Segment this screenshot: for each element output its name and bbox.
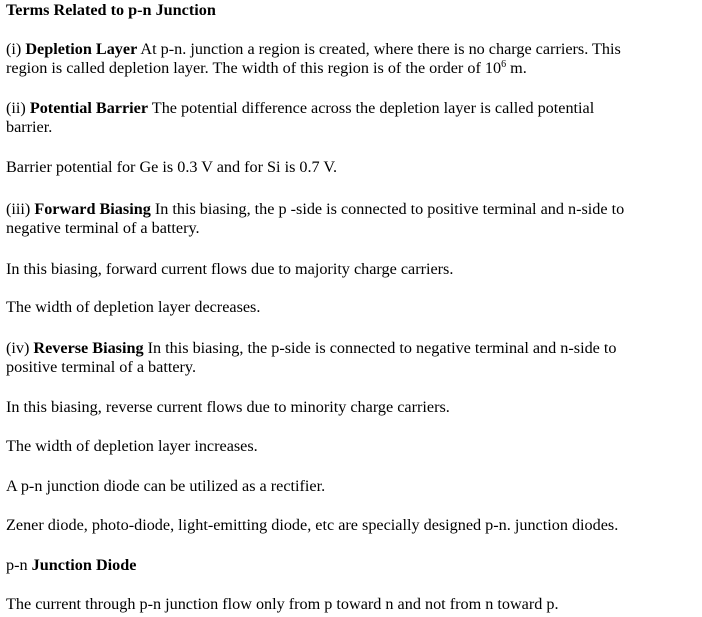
page-heading-text: Terms Related to p-n Junction <box>6 1 216 19</box>
barrier-prefix: (ii) <box>6 99 30 117</box>
special-diodes-paragraph: Zener diode, photo-diode, light-emitting… <box>6 516 619 534</box>
forward-width-paragraph: The width of depletion layer decreases. <box>6 298 261 316</box>
potential-barrier-paragraph: (ii) Potential Barrier The potential dif… <box>6 99 698 137</box>
barrier-line-1: (ii) Potential Barrier The potential dif… <box>6 99 698 118</box>
barrier-values-paragraph: Barrier potential for Ge is 0.3 V and fo… <box>6 158 338 176</box>
depletion-text-1: At p-n. junction a region is created, wh… <box>137 40 621 58</box>
depletion-prefix: (i) <box>6 40 26 58</box>
forward-current-paragraph: In this biasing, forward current flows d… <box>6 260 454 278</box>
forward-term: Forward Biasing <box>34 200 151 218</box>
depletion-term: Depletion Layer <box>25 40 138 58</box>
barrier-text-1: The potential difference across the depl… <box>148 99 595 117</box>
reverse-line-2: positive terminal of a battery. <box>6 358 196 376</box>
depletion-text-2: region is called depletion layer. The wi… <box>6 59 502 77</box>
reverse-biasing-paragraph: (iv) Reverse Biasing In this biasing, th… <box>6 339 698 377</box>
depletion-line-2: region is called depletion layer. The wi… <box>6 59 698 78</box>
depletion-line-1: (i) Depletion Layer At p-n. junction a r… <box>6 40 698 59</box>
diode-heading-term: Junction Diode <box>31 556 137 574</box>
forward-prefix: (iii) <box>6 200 35 218</box>
depletion-layer-paragraph: (i) Depletion Layer At p-n. junction a r… <box>6 40 698 78</box>
forward-biasing-paragraph: (iii) Forward Biasing In this biasing, t… <box>6 200 698 238</box>
diode-heading: p-n Junction Diode <box>6 556 698 575</box>
current-direction-paragraph: The current through p-n junction flow on… <box>6 595 559 613</box>
reverse-width-paragraph: The width of depletion layer increases. <box>6 437 258 455</box>
depletion-unit: m. <box>506 59 527 77</box>
barrier-term: Potential Barrier <box>29 99 149 117</box>
reverse-line-1: (iv) Reverse Biasing In this biasing, th… <box>6 339 698 358</box>
forward-text-1: In this biasing, the p -side is connecte… <box>150 200 625 218</box>
barrier-line-2: barrier. <box>6 118 53 136</box>
reverse-prefix: (iv) <box>6 339 34 357</box>
reverse-term: Reverse Biasing <box>33 339 144 357</box>
forward-line-1: (iii) Forward Biasing In this biasing, t… <box>6 200 698 219</box>
rectifier-paragraph: A p-n junction diode can be utilized as … <box>6 477 326 495</box>
reverse-current-paragraph: In this biasing, reverse current flows d… <box>6 398 450 416</box>
forward-line-2: negative terminal of a battery. <box>6 219 200 237</box>
reverse-text-1: In this biasing, the p-side is connected… <box>143 339 617 357</box>
page-heading: Terms Related to p-n Junction <box>6 1 698 20</box>
diode-heading-prefix: p-n <box>6 556 32 574</box>
